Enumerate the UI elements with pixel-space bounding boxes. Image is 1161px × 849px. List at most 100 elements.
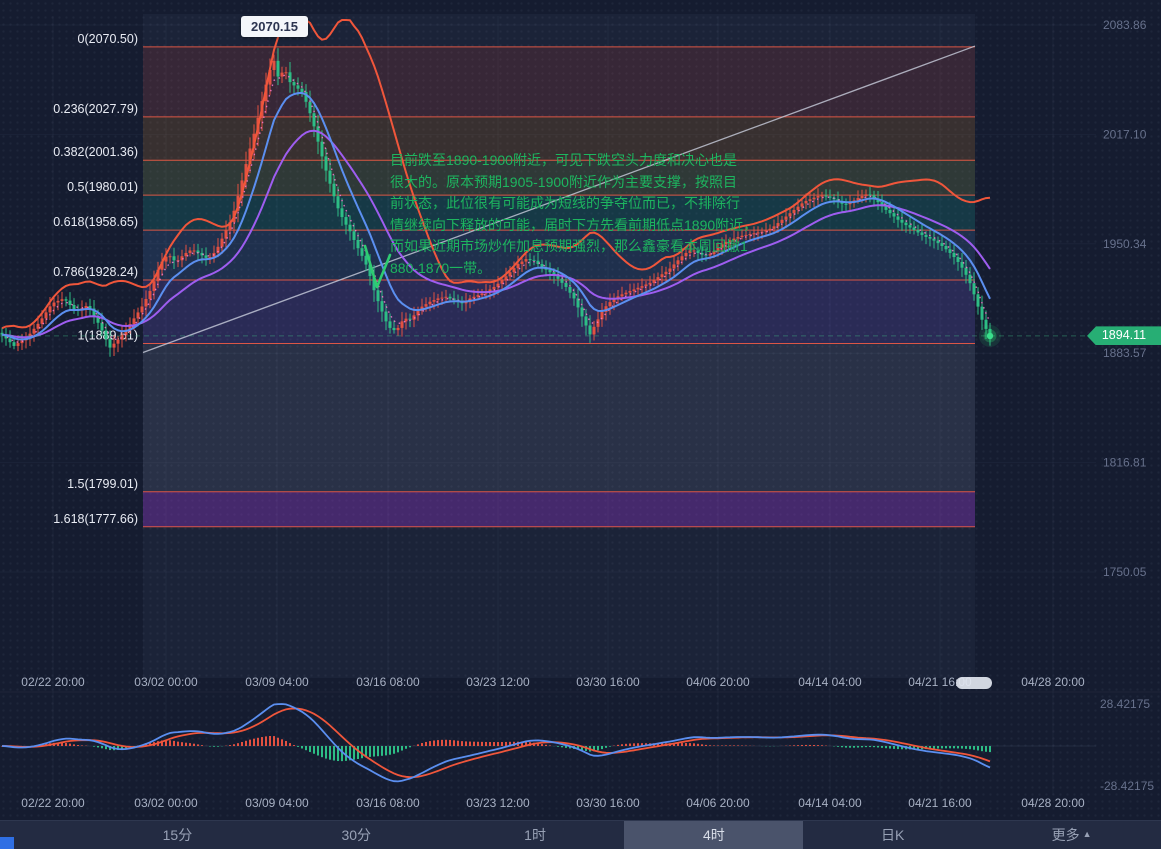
candle-body [637, 288, 640, 290]
candle-body [409, 319, 412, 320]
candle-body [133, 318, 136, 324]
tab-4hour[interactable]: 4时 [624, 821, 803, 849]
macd-histogram-bar [845, 746, 847, 748]
y-axis-tick: 2083.86 [1103, 18, 1147, 32]
candle-body [45, 312, 48, 318]
macd-histogram-bar [681, 743, 683, 746]
macd-histogram-bar [505, 742, 507, 746]
macd-histogram-bar [393, 746, 395, 754]
candle-body [109, 339, 112, 348]
macd-histogram-bar [101, 746, 103, 748]
candle-body [137, 312, 140, 318]
x-axis-label: 03/30 16:00 [576, 796, 640, 810]
candle-body [917, 230, 920, 232]
candle-body [493, 287, 496, 289]
candle-body [561, 279, 564, 283]
macd-histogram-bar [329, 746, 331, 760]
macd-histogram-bar [437, 740, 439, 746]
macd-histogram-bar [637, 743, 639, 746]
macd-histogram-bar [73, 744, 75, 746]
macd-histogram-bar [405, 746, 407, 749]
candle-body [389, 321, 392, 328]
macd-histogram-bar [621, 744, 623, 746]
tab-30min[interactable]: 30分 [267, 821, 446, 849]
macd-histogram-bar [65, 743, 67, 746]
chevron-up-icon: ▲ [1083, 829, 1092, 839]
macd-histogram-bar [817, 745, 819, 746]
candle-body [193, 250, 196, 251]
macd-histogram-bar [333, 746, 335, 761]
macd-histogram-bar [301, 746, 303, 748]
annotation-line: 目前跌至1890-1900附近，可见下跌空头力度和决心也是 [390, 150, 790, 172]
macd-histogram-bar [545, 745, 547, 746]
candle-body [433, 300, 436, 302]
macd-histogram-bar [181, 742, 183, 746]
macd-histogram-bar [885, 746, 887, 748]
candle-body [13, 342, 16, 346]
y-axis-tick: 1883.57 [1103, 346, 1147, 360]
macd-histogram-bar [473, 742, 475, 746]
macd-histogram-bar [877, 746, 879, 747]
macd-histogram-bar [701, 744, 703, 746]
candle-body [929, 237, 932, 239]
fib-label: 1.5(1799.01) [67, 477, 138, 491]
candle-body [33, 329, 36, 334]
candle-body [909, 225, 912, 227]
tab-15min[interactable]: 15分 [88, 821, 267, 849]
candle-body [341, 208, 344, 217]
candle-body [9, 338, 12, 342]
macd-histogram-bar [253, 739, 255, 746]
candle-body [897, 216, 900, 219]
candle-body [149, 291, 152, 299]
macd-histogram-bar [945, 746, 947, 748]
macd-histogram-bar [289, 743, 291, 746]
macd-histogram-bar [841, 746, 843, 747]
macd-histogram-bar [453, 740, 455, 746]
candle-body [821, 196, 824, 197]
macd-histogram-bar [273, 736, 275, 746]
candle-body [357, 240, 360, 248]
candle-body [173, 256, 176, 260]
macd-histogram-bar [981, 746, 983, 751]
candle-body [449, 297, 452, 299]
annotation-line: 前状态，此位很有可能成为短线的争夺位而已，不排除行 [390, 193, 790, 215]
macd-histogram-bar [401, 746, 403, 751]
candle-body [913, 228, 916, 230]
macd-histogram-bar [81, 745, 83, 746]
candle-body [817, 196, 820, 198]
candle-body [569, 287, 572, 293]
tab-1hour[interactable]: 1时 [446, 821, 625, 849]
macd-histogram-bar [977, 746, 979, 750]
macd-histogram-bar [209, 746, 211, 747]
candle-body [349, 225, 352, 232]
candlestick-chart[interactable]: 0(2070.50)0.236(2027.79)0.382(2001.36)0.… [0, 0, 1161, 818]
macd-histogram-bar [689, 743, 691, 746]
timeframe-tabbar: 15分 30分 1时 4时 日K 更多 ▲ [0, 820, 1161, 849]
current-price-badge: 1894.11 [1087, 326, 1161, 345]
macd-histogram-bar [257, 738, 259, 746]
x-axis-label: 04/06 20:00 [686, 796, 750, 810]
macd-histogram-bar [269, 736, 271, 746]
fib-label: 0(2070.50) [78, 32, 138, 46]
macd-histogram-bar [261, 737, 263, 746]
macd-histogram-bar [277, 738, 279, 746]
macd-histogram-bar [233, 744, 235, 746]
macd-histogram-bar [417, 744, 419, 746]
x-axis-label: 03/23 12:00 [466, 675, 530, 689]
candle-body [889, 210, 892, 213]
macd-histogram-bar [493, 742, 495, 746]
tab-label: 30分 [341, 825, 371, 845]
candle-body [869, 194, 872, 195]
macd-histogram-bar [941, 746, 943, 748]
macd-histogram-bar [249, 740, 251, 746]
scrollbar-thumb[interactable] [956, 677, 992, 689]
x-axis-label: 04/21 16:00 [908, 796, 972, 810]
tab-daily[interactable]: 日K [803, 821, 982, 849]
macd-histogram-bar [93, 746, 95, 747]
candle-body [397, 328, 400, 330]
x-axis-label: 03/02 00:00 [134, 796, 198, 810]
macd-histogram-bar [541, 744, 543, 746]
candle-body [981, 307, 984, 320]
macd-histogram-bar [713, 745, 715, 746]
tab-more[interactable]: 更多 ▲ [982, 821, 1161, 849]
